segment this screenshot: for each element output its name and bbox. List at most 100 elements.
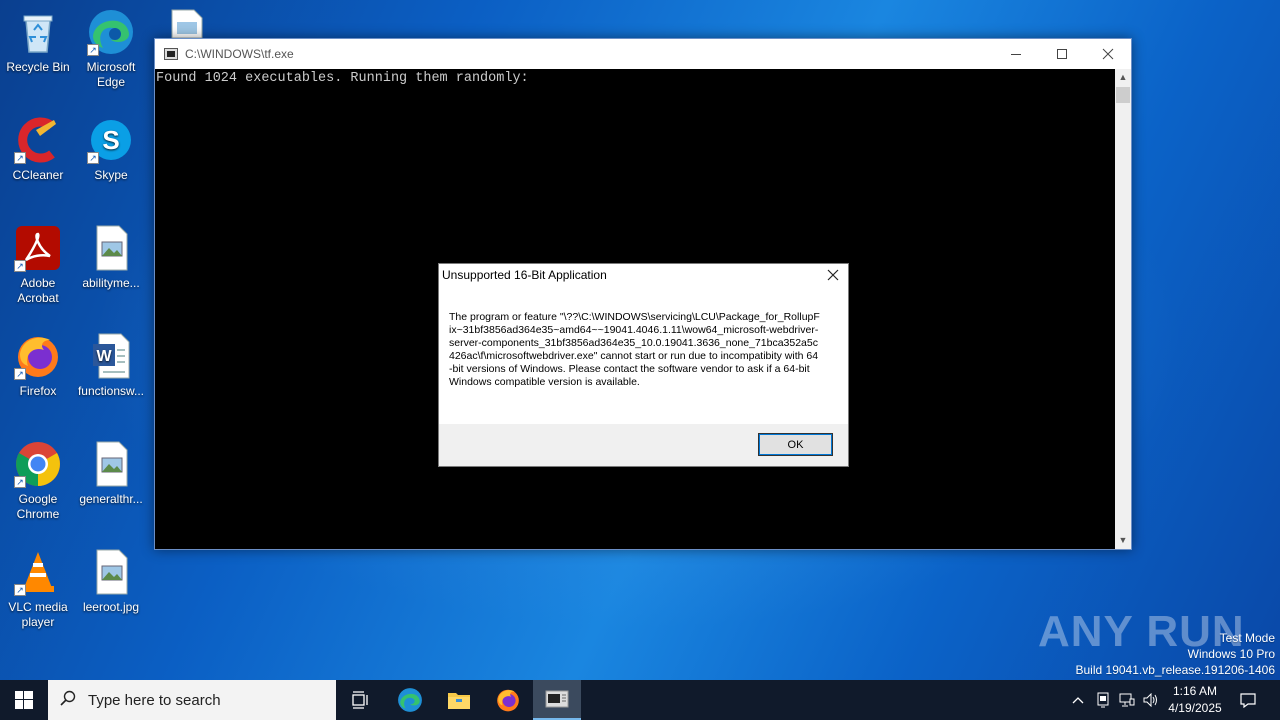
- desktop-icon-label: leeroot.jpg: [82, 600, 140, 614]
- image-file-icon: [87, 440, 135, 488]
- taskbar-clock[interactable]: 1:16 AM 4/19/2025: [1160, 683, 1230, 717]
- speaker-icon: [1143, 693, 1157, 707]
- shortcut-arrow-icon: ↗: [14, 368, 26, 380]
- svg-text:S: S: [102, 125, 119, 155]
- recycle-bin-icon: [14, 8, 62, 56]
- clock-time: 1:16 AM: [1172, 684, 1218, 698]
- firefox-icon: [497, 689, 519, 712]
- desktop-icon-edge[interactable]: ↗ Microsoft Edge: [73, 8, 149, 90]
- shortcut-arrow-icon: ↗: [87, 152, 99, 164]
- desktop-icon-ccleaner[interactable]: ↗ CCleaner: [0, 116, 76, 183]
- skype-icon: S ↗: [87, 116, 135, 164]
- image-file-icon[interactable]: [170, 8, 204, 39]
- dialog-footer: OK: [439, 424, 848, 466]
- task-view-button[interactable]: [336, 680, 384, 720]
- notification-icon: [1240, 693, 1256, 708]
- edge-icon: ↗: [87, 8, 135, 56]
- desktop-icon-functionsw[interactable]: W functionsw...: [73, 332, 149, 399]
- error-dialog[interactable]: Unsupported 16-Bit Application The progr…: [438, 263, 849, 467]
- shortcut-arrow-icon: ↗: [14, 152, 26, 164]
- test-mode-watermark: Test Mode Windows 10 Pro Build 19041.vb_…: [1076, 630, 1276, 678]
- console-titlebar[interactable]: C:\WINDOWS\tf.exe: [155, 39, 1131, 69]
- taskbar: Type here to search 1:16 AM 4/19/2025: [0, 680, 1280, 720]
- desktop-icon-recycle-bin[interactable]: Recycle Bin: [0, 8, 76, 75]
- desktop-icon-label: Skype: [94, 168, 128, 182]
- desktop-icon-label: Microsoft Edge: [86, 60, 136, 89]
- dialog-titlebar[interactable]: Unsupported 16-Bit Application: [439, 264, 848, 288]
- watermark-line: Test Mode: [1219, 631, 1275, 645]
- desktop-icon-label: Recycle Bin: [6, 60, 70, 74]
- watermark-line: Build 19041.vb_release.191206-1406: [1075, 663, 1276, 677]
- desktop-icon-label: generalthr...: [79, 492, 143, 506]
- desktop-icon-label: Firefox: [19, 384, 57, 398]
- chrome-icon: ↗: [14, 440, 62, 488]
- console-title: C:\WINDOWS\tf.exe: [185, 47, 294, 61]
- desktop-icon-vlc[interactable]: ↗ VLC media player: [0, 548, 76, 630]
- watermark-line: Windows 10 Pro: [1187, 647, 1275, 661]
- tray-device-icon[interactable]: [1092, 680, 1114, 720]
- taskbar-search-box[interactable]: Type here to search: [48, 680, 336, 720]
- ccleaner-icon: ↗: [14, 116, 62, 164]
- desktop-icon-label: abilityme...: [82, 276, 140, 290]
- taskbar-file-explorer[interactable]: [435, 680, 483, 720]
- svg-text:W: W: [96, 348, 112, 365]
- taskbar-firefox[interactable]: [484, 680, 532, 720]
- vlc-icon: ↗: [14, 548, 62, 596]
- network-icon: [1119, 693, 1135, 707]
- desktop-icon-label: functionsw...: [77, 384, 145, 398]
- close-icon: [827, 269, 839, 281]
- shortcut-arrow-icon: ↗: [14, 260, 26, 272]
- network-button[interactable]: [1116, 680, 1138, 720]
- scroll-thumb[interactable]: [1116, 87, 1130, 103]
- word-doc-icon: W: [87, 332, 135, 380]
- taskbar-edge[interactable]: [386, 680, 434, 720]
- image-file-icon: [87, 224, 135, 272]
- notifications-button[interactable]: [1234, 680, 1262, 720]
- ok-button[interactable]: OK: [758, 433, 833, 456]
- desktop-icon-adobe-acrobat[interactable]: ↗ Adobe Acrobat: [0, 224, 76, 306]
- scroll-up-icon[interactable]: ▲: [1115, 69, 1131, 86]
- search-placeholder: Type here to search: [88, 691, 221, 709]
- desktop-icon-label: Adobe Acrobat: [17, 276, 59, 305]
- desktop-icon-label: CCleaner: [12, 168, 64, 182]
- windows-logo-icon: [15, 691, 33, 709]
- device-icon: [1097, 692, 1109, 708]
- console-app-icon: [545, 690, 569, 708]
- minimize-icon: [1011, 54, 1021, 55]
- scroll-down-icon[interactable]: ▼: [1115, 532, 1131, 549]
- desktop-icon-label: Google Chrome: [16, 492, 60, 521]
- clock-date: 4/19/2025: [1168, 701, 1222, 715]
- desktop-icon-google-chrome[interactable]: ↗ Google Chrome: [0, 440, 76, 522]
- desktop-icon-firefox[interactable]: ↗ Firefox: [0, 332, 76, 399]
- start-button[interactable]: [0, 680, 48, 720]
- close-icon: [1102, 48, 1114, 60]
- volume-button[interactable]: [1140, 680, 1162, 720]
- taskbar-console-app[interactable]: [533, 680, 581, 720]
- search-icon: [48, 690, 88, 710]
- show-hidden-icons-button[interactable]: [1068, 680, 1088, 720]
- desktop-icon-label: VLC media player: [8, 600, 68, 629]
- console-app-icon: [164, 48, 178, 60]
- desktop-icon-leeroot[interactable]: leeroot.jpg: [73, 548, 149, 615]
- dialog-title: Unsupported 16-Bit Application: [442, 268, 607, 282]
- image-file-icon: [87, 548, 135, 596]
- firefox-icon: ↗: [14, 332, 62, 380]
- edge-icon: [398, 688, 422, 712]
- shortcut-arrow-icon: ↗: [87, 44, 99, 56]
- maximize-icon: [1057, 49, 1067, 59]
- desktop-icon-generalthr[interactable]: generalthr...: [73, 440, 149, 507]
- close-button[interactable]: [1085, 39, 1131, 69]
- shortcut-arrow-icon: ↗: [14, 476, 26, 488]
- dialog-message: The program or feature "\??\C:\WINDOWS\s…: [449, 311, 820, 388]
- vertical-scrollbar[interactable]: ▲ ▼: [1115, 69, 1131, 549]
- chevron-up-icon: [1072, 697, 1084, 704]
- maximize-button[interactable]: [1039, 39, 1085, 69]
- desktop-icon-skype[interactable]: S ↗ Skype: [73, 116, 149, 183]
- minimize-button[interactable]: [993, 39, 1039, 69]
- folder-icon: [448, 693, 470, 709]
- task-view-icon: [352, 691, 368, 709]
- dialog-close-button[interactable]: [824, 265, 842, 285]
- acrobat-icon: ↗: [14, 224, 62, 272]
- shortcut-arrow-icon: ↗: [14, 584, 26, 596]
- desktop-icon-abilityme[interactable]: abilityme...: [73, 224, 149, 291]
